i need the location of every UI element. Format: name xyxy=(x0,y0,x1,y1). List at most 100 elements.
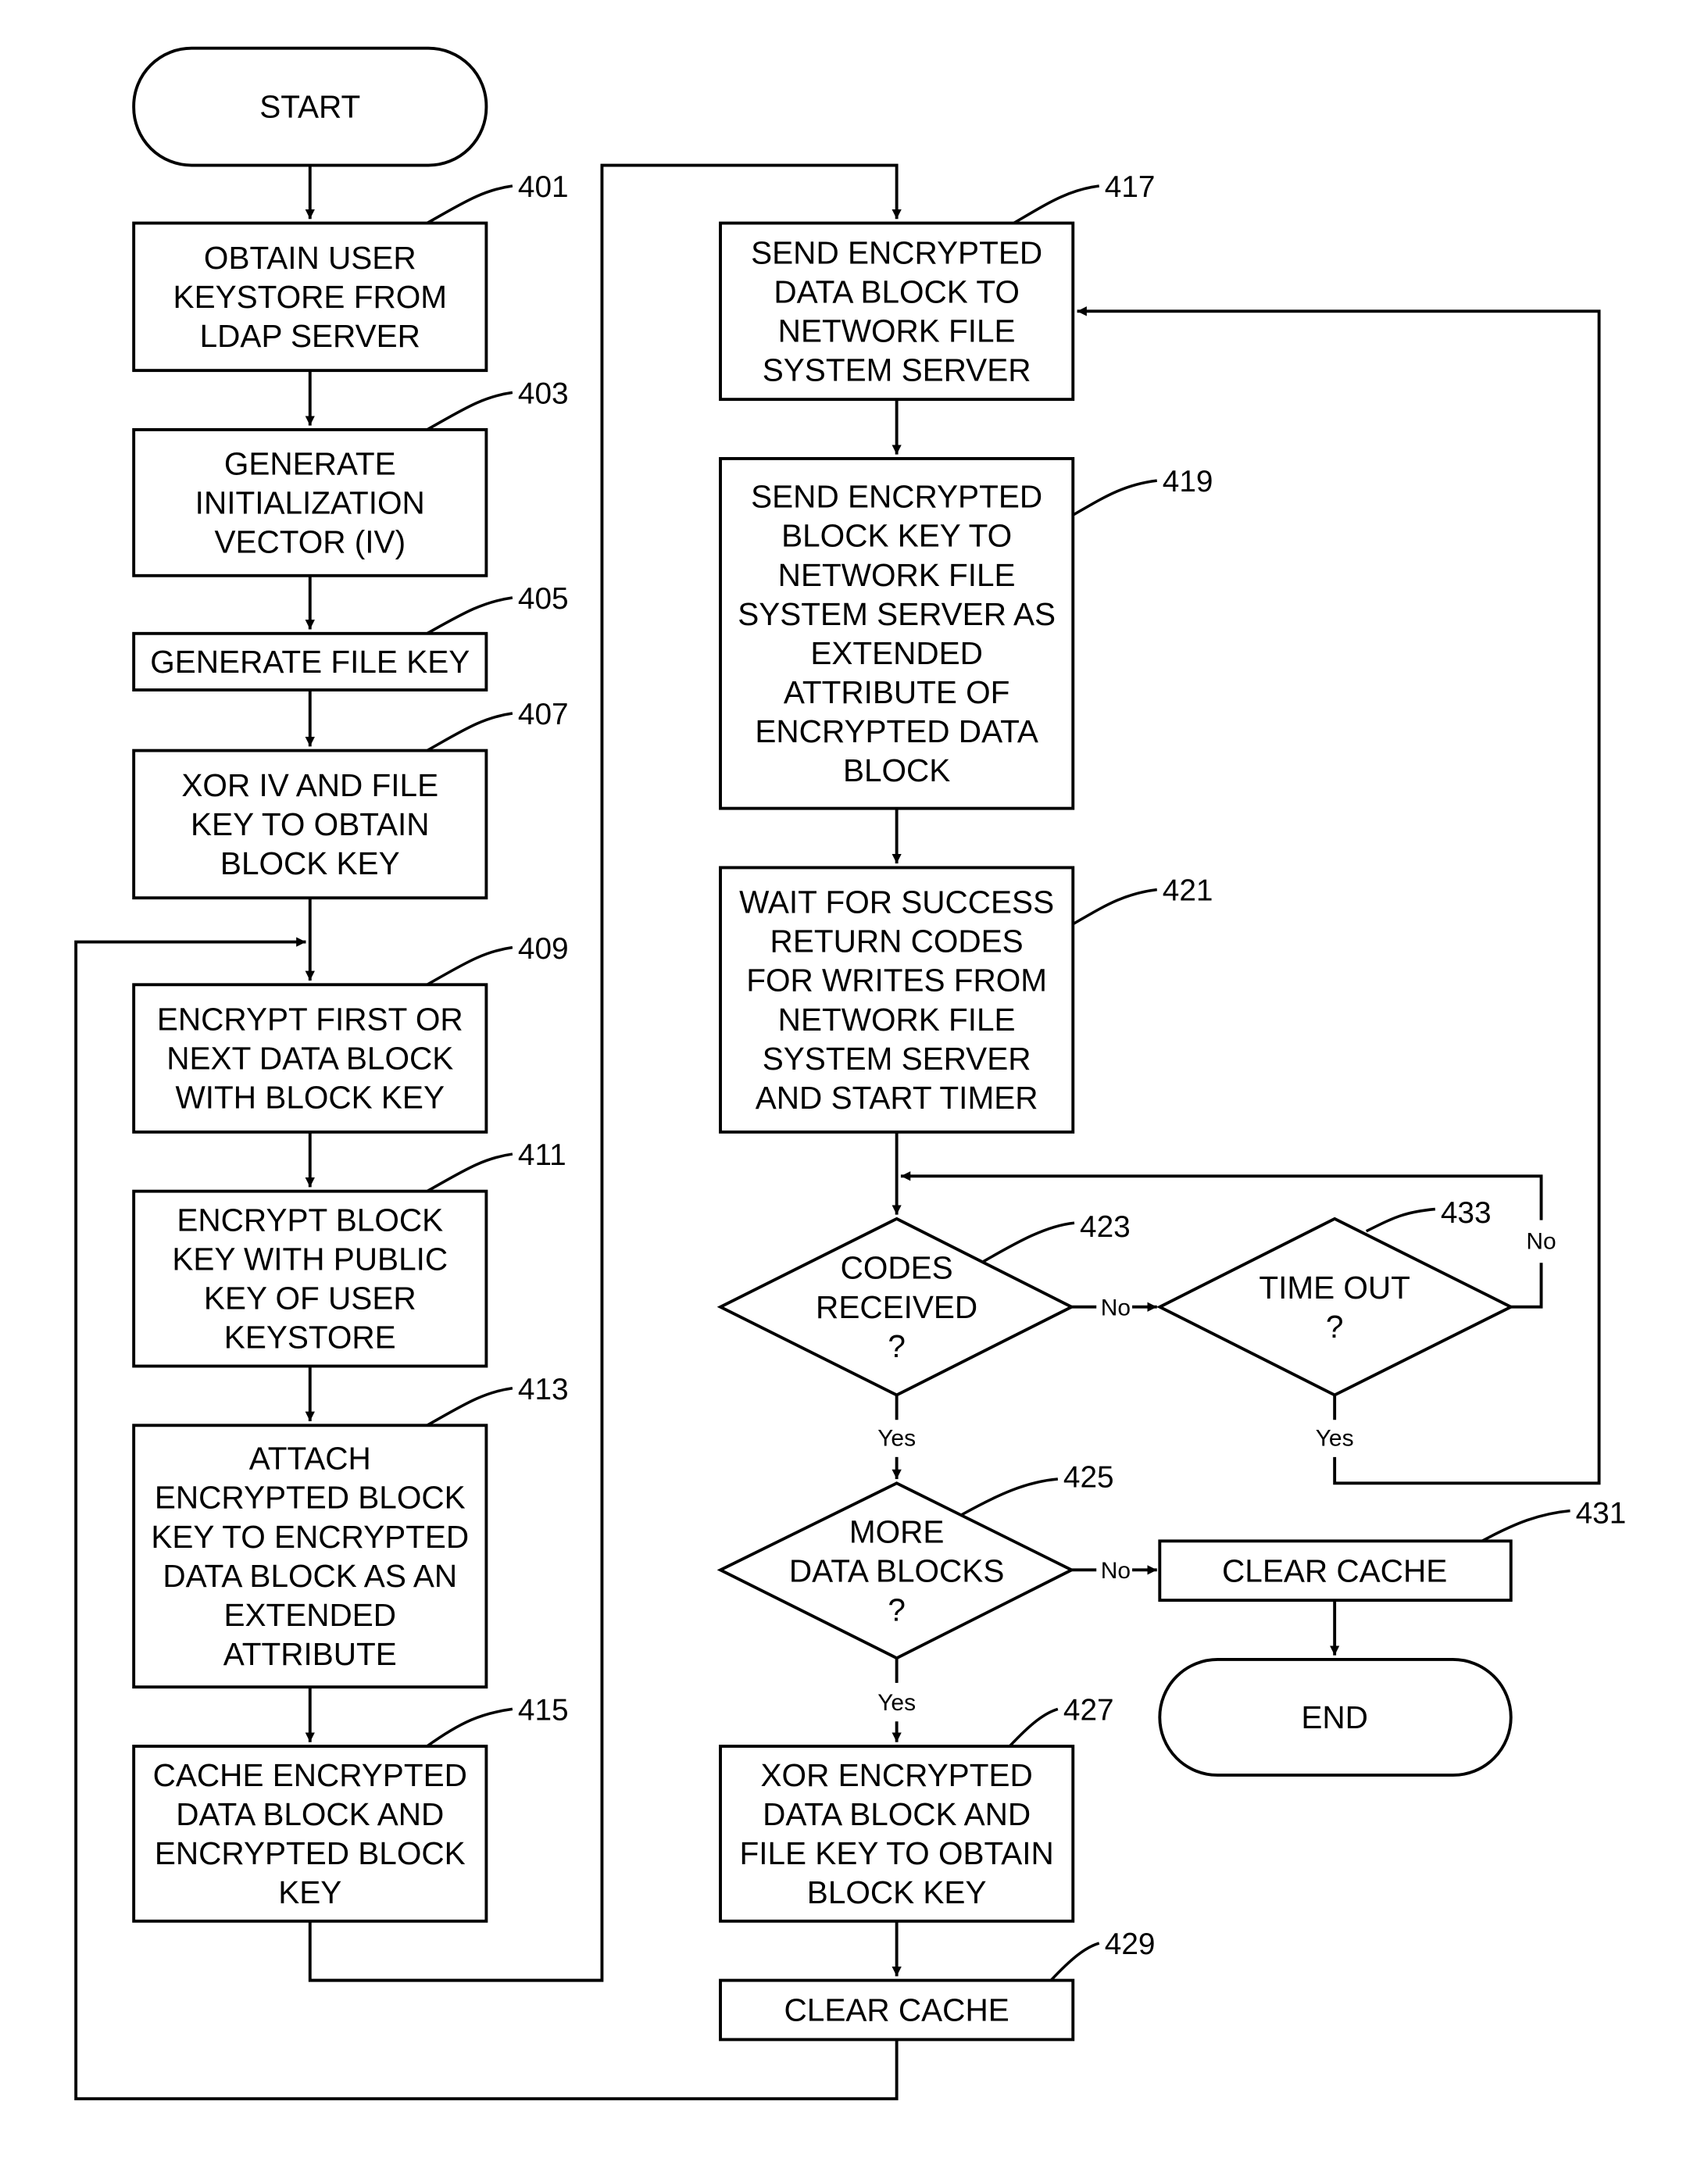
node-text-line: ? xyxy=(1326,1309,1344,1345)
ref-number: 405 xyxy=(518,582,569,616)
flowchart: START OBTAIN USER KEYSTORE FROM LDAP SERVE… xyxy=(74,46,1627,2101)
node-text-line: KEYSTORE xyxy=(224,1320,396,1356)
node-text: ENCRYPT FIRST OR NEXT DATA BLOCK WITH BLOC… xyxy=(157,1002,463,1116)
node-text-line: CACHE ENCRYPTED xyxy=(153,1757,467,1793)
node-text: END xyxy=(1301,1699,1368,1735)
node-text-line: BLOCK KEY xyxy=(220,845,400,881)
node-text-line: EXTENDED xyxy=(810,635,983,671)
step-421-wait-for-codes: WAIT FOR SUCCESS RETURN CODES FOR WRITES F… xyxy=(719,866,1213,1134)
node-text-line: VECTOR (IV) xyxy=(214,524,406,560)
ref-number: 433 xyxy=(1441,1196,1492,1230)
node-text-line: WITH BLOCK KEY xyxy=(176,1080,445,1116)
node-text-line: MORE xyxy=(849,1513,945,1549)
ref-number: 401 xyxy=(518,170,569,204)
node-text-line: AND START TIMER xyxy=(756,1080,1038,1116)
node-text-line: SEND ENCRYPTED xyxy=(751,234,1042,270)
node-text-line: LDAP SERVER xyxy=(200,318,420,354)
node-text-line: NETWORK FILE xyxy=(778,557,1016,593)
ref-number: 415 xyxy=(518,1693,569,1727)
node-text-line: KEY WITH PUBLIC xyxy=(172,1242,448,1277)
node-text-line: EXTENDED xyxy=(223,1597,396,1633)
node-text-line: ENCRYPTED BLOCK xyxy=(155,1835,466,1871)
end-terminal: END xyxy=(1158,1657,1513,1777)
node-text-line: FOR WRITES FROM xyxy=(746,963,1047,999)
node-text-line: ATTRIBUTE xyxy=(223,1636,397,1672)
node-text-line: RECEIVED xyxy=(816,1289,977,1325)
node-text: CLEAR CACHE xyxy=(1222,1552,1447,1588)
node-text-line: DATA BLOCK TO xyxy=(774,273,1019,309)
node-text-line: SYSTEM SERVER xyxy=(763,352,1031,388)
ref-number: 403 xyxy=(518,377,569,410)
node-text-line: CODES xyxy=(841,1250,953,1286)
step-405-generate-file-key: GENERATE FILE KEY 405 xyxy=(132,582,569,692)
node-text-line: XOR ENCRYPTED xyxy=(761,1757,1033,1793)
ref-number: 407 xyxy=(518,698,569,731)
edge-label-425-no: No xyxy=(1101,1558,1131,1584)
node-text-line: FILE KEY TO OBTAIN xyxy=(739,1835,1053,1871)
decision-425-more-data-blocks: MORE DATA BLOCKS? 425 xyxy=(716,1461,1114,1660)
node-text-line: CLEAR CACHE xyxy=(1222,1552,1447,1588)
node-text-line: KEYSTORE FROM xyxy=(173,279,447,315)
node-text-line: BLOCK KEY xyxy=(807,1874,987,1910)
node-text-line: KEY OF USER xyxy=(204,1281,416,1317)
ref-number: 431 xyxy=(1576,1496,1627,1530)
step-403-generate-iv: GENERATE INITIALIZATION VECTOR (IV) 403 xyxy=(132,377,569,577)
ref-number: 419 xyxy=(1163,465,1213,498)
node-text-line: OBTAIN USER xyxy=(204,240,416,276)
step-429-clear-cache: CLEAR CACHE 429 xyxy=(719,1928,1156,2042)
decision-423-codes-received: CODES RECEIVED? 423 xyxy=(716,1210,1131,1397)
node-text-line: END xyxy=(1301,1699,1368,1735)
step-411-encrypt-block-key: ENCRYPT BLOCK KEY WITH PUBLIC KEY OF USER K… xyxy=(132,1138,566,1368)
node-text-line: ATTACH xyxy=(249,1441,371,1477)
node-text-line: ENCRYPTED DATA xyxy=(755,713,1038,749)
node-text-line: DATA BLOCK AS AN xyxy=(163,1558,457,1594)
node-text: GENERATE FILE KEY xyxy=(150,644,470,680)
node-text-line: KEY xyxy=(278,1874,341,1910)
step-415-cache: CACHE ENCRYPTED DATA BLOCK AND ENCRYPTED B… xyxy=(132,1693,569,1923)
edge-label-433-no: No xyxy=(1526,1229,1556,1255)
node-text-line: TIME OUT xyxy=(1259,1270,1410,1306)
node-text: START xyxy=(259,89,360,125)
edge-label-423-no: No xyxy=(1101,1295,1131,1320)
node-text-line: BLOCK xyxy=(843,752,950,788)
node-text-line: XOR IV AND FILE xyxy=(181,767,438,803)
node-text-line: NEXT DATA BLOCK xyxy=(166,1041,453,1077)
node-text-line: NETWORK FILE xyxy=(778,313,1016,348)
ref-number: 429 xyxy=(1105,1928,1156,1961)
ref-number: 427 xyxy=(1063,1693,1114,1727)
node-text-line: DATA BLOCK AND xyxy=(763,1796,1031,1832)
step-431-clear-cache: CLEAR CACHE 431 xyxy=(1158,1496,1627,1602)
node-text-line: INITIALIZATION xyxy=(195,484,425,520)
node-text: OBTAIN USER KEYSTORE FROM LDAP SERVER xyxy=(173,240,447,354)
node-text-line: ? xyxy=(888,1592,906,1627)
node-text-line: SEND ENCRYPTED xyxy=(751,479,1042,515)
step-419-send-block-key: SEND ENCRYPTED BLOCK KEY TO NETWORK FILE SY… xyxy=(719,457,1213,810)
node-text-line: SYSTEM SERVER xyxy=(763,1041,1031,1077)
node-text-line: NETWORK FILE xyxy=(778,1002,1016,1038)
step-417-send-data-block: SEND ENCRYPTED DATA BLOCK TO NETWORK FILE S… xyxy=(719,170,1156,402)
node-text-line: DATA BLOCK AND xyxy=(176,1796,444,1832)
node-text-line: ENCRYPT BLOCK xyxy=(177,1202,443,1238)
node-text-line: ENCRYPT FIRST OR xyxy=(157,1002,463,1038)
start-terminal: START xyxy=(132,46,488,167)
node-text-line: KEY TO ENCRYPTED xyxy=(151,1519,469,1555)
edge-433-no-423 xyxy=(1510,1263,1543,1309)
step-427-xor-encrypted-block: XOR ENCRYPTED DATA BLOCK AND FILE KEY TO O… xyxy=(719,1693,1114,1923)
ref-number: 417 xyxy=(1105,170,1156,204)
ref-number: 425 xyxy=(1063,1461,1114,1495)
edge-label-423-yes: Yes xyxy=(877,1426,916,1452)
edge-label-425-yes: Yes xyxy=(877,1690,916,1716)
step-407-xor-iv-file-key: XOR IV AND FILE KEY TO OBTAIN BLOCK KEY 40… xyxy=(132,698,569,900)
node-text-line: GENERATE xyxy=(224,445,396,481)
step-413-attach-extended-attribute: ATTACH ENCRYPTED BLOCK KEY TO ENCRYPTED DAT… xyxy=(132,1373,569,1689)
node-text-line: BLOCK KEY TO xyxy=(781,518,1012,554)
node-text-line: WAIT FOR SUCCESS xyxy=(739,884,1054,920)
node-text-line: GENERATE FILE KEY xyxy=(150,644,470,680)
edge-label-433-yes: Yes xyxy=(1316,1426,1354,1452)
step-401-obtain-keystore: OBTAIN USER KEYSTORE FROM LDAP SERVER 401 xyxy=(132,170,569,373)
ref-number: 423 xyxy=(1080,1210,1131,1244)
node-text: CLEAR CACHE xyxy=(784,1992,1009,2028)
node-text-line: START xyxy=(259,89,360,125)
decision-433-time-out: TIME OUT? 433 xyxy=(1156,1196,1515,1397)
node-text-line: ? xyxy=(888,1328,906,1364)
